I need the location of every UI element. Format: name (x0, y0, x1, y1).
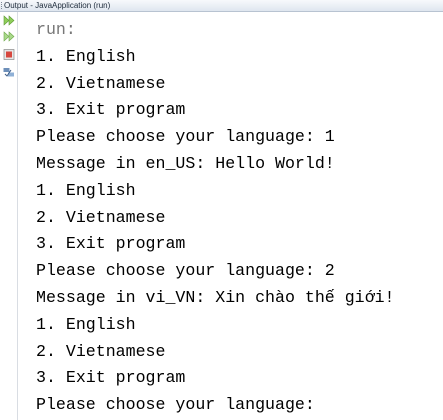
rerun-icon[interactable] (3, 15, 15, 26)
console-line: run: (36, 20, 76, 39)
console-line: 2. Vietnamese (36, 207, 166, 227)
rerun-with-options-icon[interactable] (3, 31, 15, 42)
output-window-titlebar[interactable]: Output - JavaApplication (run) (0, 0, 443, 12)
console-line: Please choose your language: (36, 395, 315, 415)
stop-icon[interactable] (3, 49, 15, 60)
console-line: Please choose your language: 2 (36, 261, 335, 281)
console-line: Message in en_US: Hello World! (36, 153, 335, 173)
settings-icon[interactable] (3, 67, 15, 78)
console-line: 2. Vietnamese (36, 341, 166, 361)
console-output-area[interactable]: run: 1. English 2. Vietnamese 3. Exit pr… (18, 12, 443, 420)
output-window-title: Output - JavaApplication (run) (4, 1, 111, 10)
console-line: 1. English (36, 180, 136, 200)
console-line: 1. English (36, 314, 136, 334)
console-line: Message in vi_VN: Xin chào thế giới! (36, 287, 395, 307)
output-toolbar (0, 12, 18, 420)
console-line: 3. Exit program (36, 368, 186, 388)
console-line: 3. Exit program (36, 234, 186, 254)
console-line: 2. Vietnamese (36, 73, 166, 93)
console-line: 3. Exit program (36, 100, 186, 120)
console-line: 1. English (36, 46, 136, 66)
console-line: Please choose your language: 1 (36, 127, 335, 147)
console-lines: run: 1. English 2. Vietnamese 3. Exit pr… (36, 17, 394, 419)
